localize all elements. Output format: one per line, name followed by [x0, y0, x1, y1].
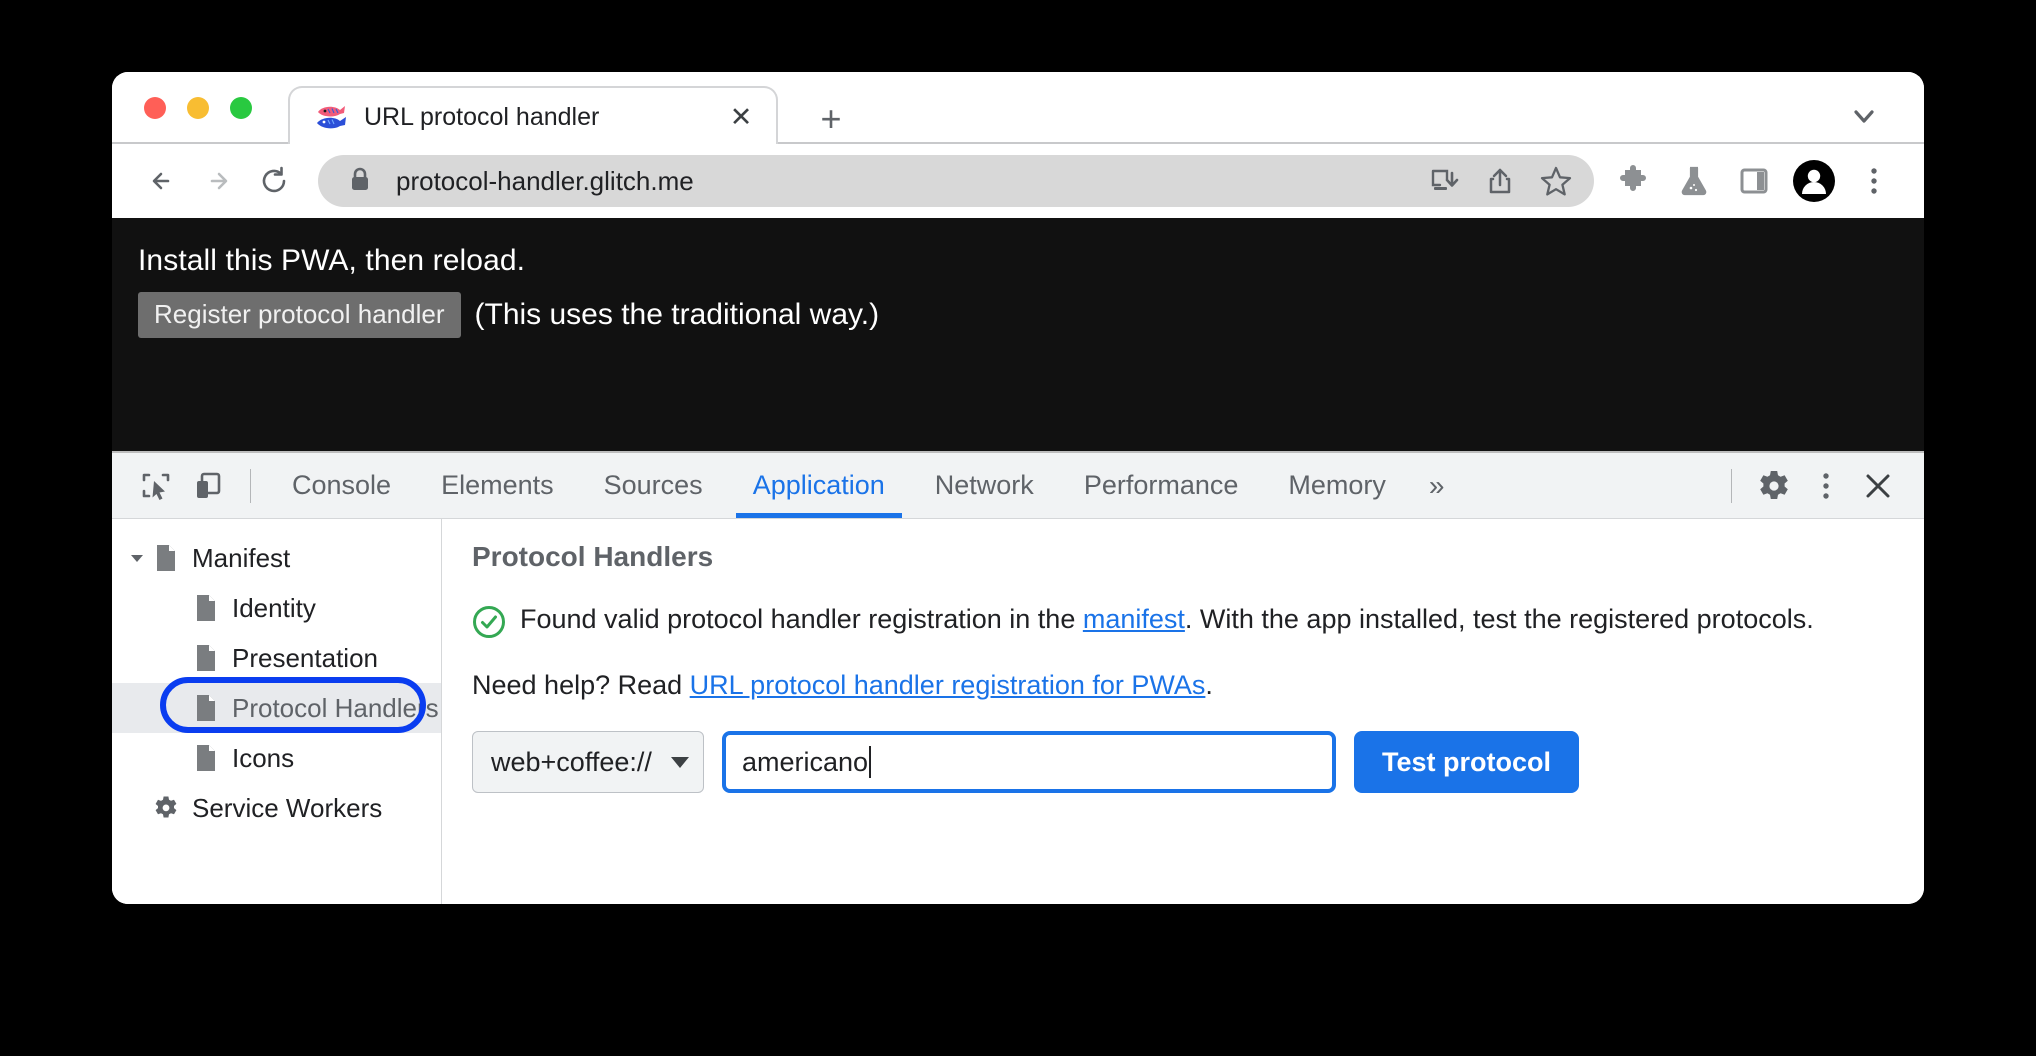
- protocol-input-value: americano: [742, 746, 869, 777]
- share-icon[interactable]: [1474, 155, 1526, 207]
- devtools-panel: Console Elements Sources Application Net…: [112, 451, 1924, 904]
- document-icon: [192, 694, 220, 722]
- pwa-install-heading: Install this PWA, then reload.: [138, 244, 526, 277]
- help-text-before: Need help? Read: [472, 670, 690, 700]
- sidebar-item-label: Icons: [232, 742, 295, 773]
- check-circle-icon: [472, 605, 506, 644]
- new-tab-button[interactable]: +: [812, 100, 850, 138]
- install-pwa-icon[interactable]: [1418, 155, 1470, 207]
- tab-memory[interactable]: Memory: [1263, 453, 1411, 518]
- status-message: Found valid protocol handler registratio…: [472, 601, 1894, 644]
- scheme-select[interactable]: web+coffee://: [472, 731, 704, 793]
- profile-avatar-icon[interactable]: [1786, 153, 1842, 209]
- page-viewport: Install this PWA, then reload. Register …: [112, 218, 1924, 451]
- test-protocol-button[interactable]: Test protocol: [1354, 731, 1580, 793]
- sidebar-item-label: Protocol Handlers: [232, 692, 439, 723]
- window-zoom-button[interactable]: [230, 97, 252, 119]
- sidebar-item-label: Identity: [232, 592, 316, 623]
- omnibox-url-text: protocol-handler.glitch.me: [396, 165, 694, 196]
- chevron-down-icon[interactable]: [1846, 98, 1882, 134]
- tab-network[interactable]: Network: [910, 453, 1059, 518]
- protocol-docs-link[interactable]: URL protocol handler registration for PW…: [690, 670, 1206, 700]
- sidebar-item-identity[interactable]: Identity: [112, 583, 441, 633]
- close-icon[interactable]: [1852, 460, 1904, 512]
- document-icon: [192, 644, 220, 672]
- sidebar-item-service-workers[interactable]: Service Workers: [112, 783, 441, 833]
- inspect-element-icon[interactable]: [130, 460, 182, 512]
- sidebar-item-label: Service Workers: [192, 792, 383, 823]
- status-text-after: . With the app installed, test the regis…: [1184, 604, 1814, 634]
- window-close-button[interactable]: [144, 97, 166, 119]
- tab-elements[interactable]: Elements: [416, 453, 579, 518]
- devtools-toolbar: Console Elements Sources Application Net…: [112, 453, 1924, 519]
- pwa-note-text: (This uses the traditional way.): [474, 298, 880, 331]
- help-message: Need help? Read URL protocol handler reg…: [472, 670, 1894, 701]
- toolbar-divider: [250, 468, 251, 503]
- gear-icon: [152, 795, 180, 821]
- tab-close-button[interactable]: ✕: [724, 100, 758, 134]
- lock-icon[interactable]: [348, 165, 372, 198]
- omnibox-actions: [1418, 155, 1586, 207]
- help-text-after: .: [1205, 670, 1213, 700]
- browser-toolbar-right: [1606, 153, 1902, 209]
- tab-performance[interactable]: Performance: [1059, 453, 1264, 518]
- chevron-down-icon[interactable]: [122, 549, 152, 567]
- forward-arrow-icon[interactable]: [190, 153, 246, 209]
- protocol-handlers-panel: Protocol Handlers Found valid protocol h…: [442, 519, 1924, 904]
- sidebar-item-label: Presentation: [232, 642, 378, 673]
- browser-window: URL protocol handler ✕ + protocol-handle…: [112, 72, 1924, 904]
- window-traffic-lights: [144, 97, 252, 119]
- scheme-select-value: web+coffee://: [491, 746, 652, 777]
- device-toolbar-icon[interactable]: [182, 460, 234, 512]
- tab-strip: URL protocol handler ✕ +: [112, 72, 1924, 146]
- protocol-test-form: web+coffee:// americano Test protocol: [472, 731, 1894, 793]
- document-icon: [192, 594, 220, 622]
- document-icon: [192, 744, 220, 772]
- kebab-menu-icon[interactable]: [1800, 460, 1852, 512]
- tab-application[interactable]: Application: [728, 453, 910, 518]
- sidebar-item-protocol-handlers[interactable]: Protocol Handlers: [112, 683, 441, 733]
- manifest-link[interactable]: manifest: [1083, 604, 1185, 634]
- window-minimize-button[interactable]: [187, 97, 209, 119]
- omnibox[interactable]: protocol-handler.glitch.me: [318, 155, 1594, 207]
- side-panel-icon[interactable]: [1726, 153, 1782, 209]
- navigation-toolbar: protocol-handler.glitch.me: [112, 144, 1924, 218]
- devtools-toolbar-right: [1715, 460, 1904, 512]
- page-title: Protocol Handlers: [472, 541, 714, 572]
- experiments-flask-icon[interactable]: [1666, 153, 1722, 209]
- sidebar-item-manifest[interactable]: Manifest: [112, 533, 441, 583]
- status-text-before: Found valid protocol handler registratio…: [520, 604, 1083, 634]
- devtools-more-tabs-button[interactable]: »: [1411, 470, 1463, 502]
- register-protocol-handler-button[interactable]: Register protocol handler: [138, 292, 461, 338]
- text-cursor: [869, 746, 872, 778]
- reload-icon[interactable]: [246, 153, 302, 209]
- devtools-body: Manifest Identity Presentation Protocol …: [112, 519, 1924, 904]
- toolbar-divider-right: [1731, 468, 1732, 503]
- browser-tab[interactable]: URL protocol handler ✕: [288, 86, 778, 146]
- devtools-sidebar-tree: Manifest Identity Presentation Protocol …: [112, 519, 442, 904]
- tab-sources[interactable]: Sources: [579, 453, 728, 518]
- back-arrow-icon[interactable]: [134, 153, 190, 209]
- protocol-input[interactable]: americano: [722, 731, 1336, 793]
- chevron-down-icon: [671, 756, 689, 768]
- document-icon: [152, 544, 180, 572]
- fish-favicon: [314, 102, 348, 132]
- status-text: Found valid protocol handler registratio…: [520, 601, 1814, 638]
- tab-console[interactable]: Console: [267, 453, 416, 518]
- sidebar-item-icons[interactable]: Icons: [112, 733, 441, 783]
- sidebar-item-label: Manifest: [192, 542, 291, 573]
- bookmark-star-icon[interactable]: [1530, 155, 1582, 207]
- tab-title: URL protocol handler: [364, 102, 600, 131]
- screen: URL protocol handler ✕ + protocol-handle…: [0, 0, 2036, 1056]
- sidebar-item-presentation[interactable]: Presentation: [112, 633, 441, 683]
- gear-icon[interactable]: [1748, 460, 1800, 512]
- chrome-menu-icon[interactable]: [1846, 153, 1902, 209]
- pwa-controls: Register protocol handler (This uses the…: [138, 292, 1924, 338]
- devtools-tab-list: Console Elements Sources Application Net…: [267, 453, 1411, 518]
- extensions-puzzle-icon[interactable]: [1606, 153, 1662, 209]
